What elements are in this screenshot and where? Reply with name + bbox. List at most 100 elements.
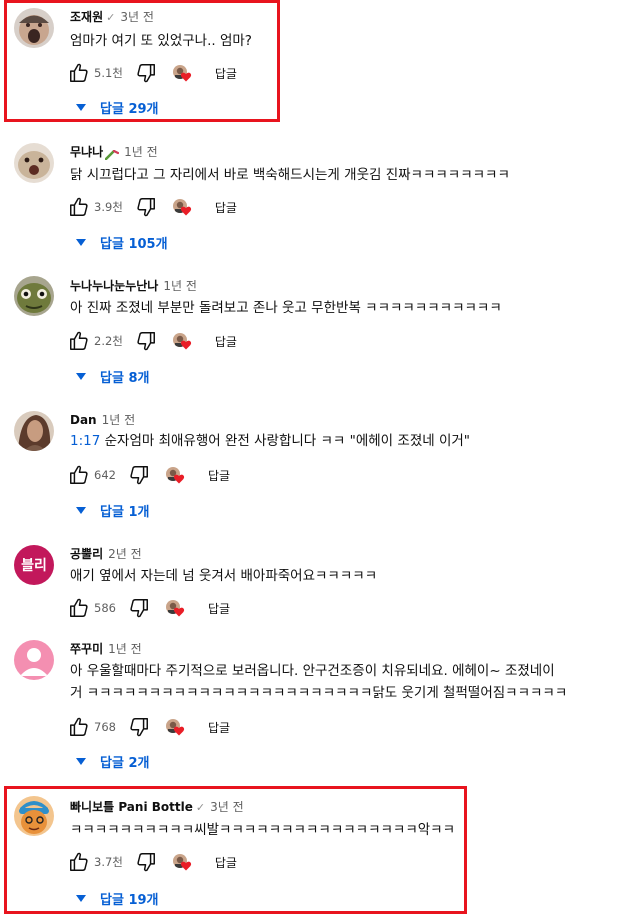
comment-time[interactable]: 3년 전 <box>120 10 154 24</box>
comment-text: 닭 시끄럽다고 그 자리에서 바로 백숙해드시는게 개웃김 진짜ㅋㅋㅋㅋㅋㅋㅋㅋ <box>70 167 510 183</box>
like-count: 768 <box>94 720 116 734</box>
caret-down-icon <box>76 238 86 246</box>
comment-text-body: 순자엄마 최애유행어 완전 사랑합니다 ㅋㅋ "에헤이 조졌네 이거" <box>100 433 470 449</box>
view-replies-button[interactable]: 답글 29개 <box>76 97 159 117</box>
reply-button[interactable]: 답글 <box>208 467 230 484</box>
creator-heart-icon <box>164 597 188 619</box>
thumb-down-icon[interactable] <box>135 330 157 352</box>
reply-button[interactable]: 답글 <box>215 199 237 216</box>
thumb-up-icon[interactable] <box>68 196 90 218</box>
comment-text: 애기 옆에서 자는데 넘 웃겨서 배아파죽어요ㅋㅋㅋㅋㅋ <box>70 568 378 584</box>
thumb-down-icon[interactable] <box>128 597 150 619</box>
author-name[interactable]: 무냐나 <box>70 145 103 159</box>
replies-count: 답글 19개 <box>100 892 159 908</box>
comment-actions: 2.2천 답글 <box>68 330 237 352</box>
author-name[interactable]: 빠니보틀 Pani Bottle <box>70 800 193 814</box>
reply-button[interactable]: 답글 <box>208 719 230 736</box>
creator-heart-icon <box>164 464 188 486</box>
thumb-down-icon[interactable] <box>128 464 150 486</box>
thumb-up-icon[interactable] <box>68 851 90 873</box>
view-replies-button[interactable]: 답글 2개 <box>76 751 149 771</box>
verified-icon: ✓ <box>195 801 206 814</box>
avatar[interactable] <box>14 143 54 183</box>
thumb-up-icon[interactable] <box>68 716 90 738</box>
reply-button[interactable]: 답글 <box>215 65 237 82</box>
comment-header: Dan 1년 전 <box>70 412 135 428</box>
comment-actions: 3.7천 답글 <box>68 851 237 873</box>
comment-actions: 642 답글 <box>68 464 230 486</box>
comment-text: 엄마가 여기 또 있었구나.. 엄마? <box>70 33 252 49</box>
author-name[interactable]: Dan <box>70 413 97 427</box>
thumb-up-icon[interactable] <box>68 330 90 352</box>
comment-header: 조재원 ✓ 3년 전 <box>70 9 154 26</box>
comment-header: 공뿔리 2년 전 <box>70 546 142 562</box>
comment-time[interactable]: 1년 전 <box>102 413 136 427</box>
view-replies-button[interactable]: 답글 19개 <box>76 888 159 908</box>
author-name[interactable]: 누나누나눈누난나 <box>70 279 158 293</box>
reply-button[interactable]: 답글 <box>215 333 237 350</box>
caret-down-icon <box>76 757 86 765</box>
timestamp-link[interactable]: 1:17 <box>70 433 100 449</box>
comment-actions: 3.9천 답글 <box>68 196 237 218</box>
comment-time[interactable]: 1년 전 <box>124 145 158 159</box>
caret-down-icon <box>76 372 86 380</box>
creator-heart-icon <box>171 196 195 218</box>
comment-actions: 768 답글 <box>68 716 230 738</box>
thumb-up-icon[interactable] <box>68 597 90 619</box>
comment-actions: 586 답글 <box>68 597 230 619</box>
creator-heart-icon <box>171 330 195 352</box>
caret-down-icon <box>76 894 86 902</box>
comment-time[interactable]: 3년 전 <box>210 800 244 814</box>
comment-header: 빠니보틀 Pani Bottle ✓ 3년 전 <box>70 799 244 816</box>
comment-actions: 5.1천 답글 <box>68 62 237 84</box>
thumb-up-icon[interactable] <box>68 62 90 84</box>
caret-down-icon <box>76 506 86 514</box>
replies-count: 답글 105개 <box>100 236 168 252</box>
verified-icon: ✓ <box>106 11 116 24</box>
author-name[interactable]: 조재원 <box>70 10 103 24</box>
thumb-up-icon[interactable] <box>68 464 90 486</box>
reply-button[interactable]: 답글 <box>208 600 230 617</box>
avatar[interactable]: 블리 <box>14 545 54 585</box>
author-name[interactable]: 공뿔리 <box>70 547 103 561</box>
avatar[interactable] <box>14 8 54 48</box>
creator-heart-icon <box>164 716 188 738</box>
emoji-icon <box>104 148 120 160</box>
thumb-down-icon[interactable] <box>135 62 157 84</box>
like-count: 3.9천 <box>94 200 123 214</box>
like-count: 5.1천 <box>94 66 123 80</box>
replies-count: 답글 8개 <box>100 370 150 386</box>
view-replies-button[interactable]: 답글 8개 <box>76 366 149 386</box>
comment-text: 아 우울할때마다 주기적으로 보러옵니다. 안구건조증이 치유되네요. 에헤이~… <box>70 660 610 704</box>
avatar[interactable] <box>14 276 54 316</box>
avatar[interactable] <box>14 640 54 680</box>
avatar[interactable] <box>14 796 54 836</box>
thumb-down-icon[interactable] <box>135 851 157 873</box>
avatar-initials: 블리 <box>21 558 47 574</box>
comment-header: 누나누나눈누난나 1년 전 <box>70 278 197 294</box>
comment-time[interactable]: 2년 전 <box>108 547 142 561</box>
comment-time[interactable]: 1년 전 <box>163 279 197 293</box>
comment-text: 아 진짜 조졌네 부분만 돌려보고 존나 웃고 무한반복 ㅋㅋㅋㅋㅋㅋㅋㅋㅋㅋㅋ <box>70 300 502 316</box>
replies-count: 답글 2개 <box>100 755 150 771</box>
creator-heart-icon <box>171 851 195 873</box>
comment-time[interactable]: 1년 전 <box>108 642 142 656</box>
replies-count: 답글 29개 <box>100 101 159 117</box>
thumb-down-icon[interactable] <box>128 716 150 738</box>
avatar[interactable] <box>14 411 54 451</box>
thumb-down-icon[interactable] <box>135 196 157 218</box>
view-replies-button[interactable]: 답글 105개 <box>76 232 168 252</box>
comment-header: 쭈꾸미 1년 전 <box>70 641 142 657</box>
caret-down-icon <box>76 103 86 111</box>
comment-text-line: 거 ㅋㅋㅋㅋㅋㅋㅋㅋㅋㅋㅋㅋㅋㅋㅋㅋㅋㅋㅋㅋㅋㅋㅋ닭도 웃기게 철퍽떨어짐ㅋㅋㅋ… <box>70 685 568 701</box>
comment-text: ㅋㅋㅋㅋㅋㅋㅋㅋㅋㅋ씨발ㅋㅋㅋㅋㅋㅋㅋㅋㅋㅋㅋㅋㅋㅋㅋㅋ악ㅋㅋ <box>70 822 456 838</box>
reply-button[interactable]: 답글 <box>215 854 237 871</box>
comment-text-line: 아 우울할때마다 주기적으로 보러옵니다. 안구건조증이 치유되네요. 에헤이~… <box>70 663 555 679</box>
creator-heart-icon <box>171 62 195 84</box>
comment-text: 1:17 순자엄마 최애유행어 완전 사랑합니다 ㅋㅋ "에헤이 조졌네 이거" <box>70 430 610 452</box>
like-count: 2.2천 <box>94 334 123 348</box>
replies-count: 답글 1개 <box>100 504 150 520</box>
view-replies-button[interactable]: 답글 1개 <box>76 500 149 520</box>
like-count: 586 <box>94 601 116 615</box>
author-name[interactable]: 쭈꾸미 <box>70 642 103 656</box>
